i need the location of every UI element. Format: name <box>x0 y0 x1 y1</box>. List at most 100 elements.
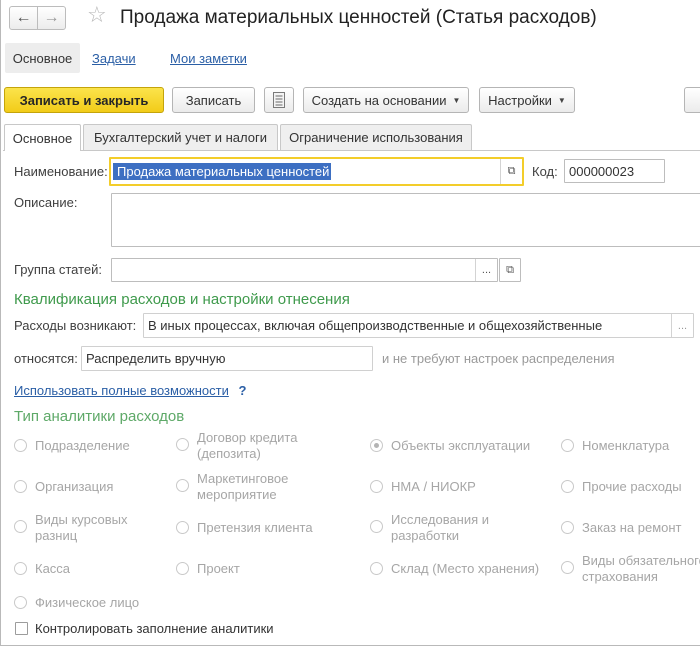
radio-label: Номенклатура <box>582 438 670 453</box>
radio-intangible-assets[interactable]: НМА / НИОКР <box>370 479 550 495</box>
nav-tab-tasks-label[interactable]: Задачи <box>92 51 136 66</box>
radio-insurance-types[interactable]: Виды обязательного страхования <box>561 553 700 585</box>
description-field[interactable] <box>111 193 700 247</box>
radio-other-expenses[interactable]: Прочие расходы <box>561 479 700 495</box>
radio-dot <box>561 480 574 493</box>
tab-main[interactable]: Основное <box>4 124 81 151</box>
radio-individual[interactable]: Физическое лицо <box>14 595 174 611</box>
radio-organization[interactable]: Организация <box>14 479 164 495</box>
radio-dot <box>176 521 189 534</box>
document-list-icon <box>273 92 285 108</box>
radio-dot <box>561 521 574 534</box>
report-button[interactable] <box>264 87 294 113</box>
radio-dot <box>176 479 189 492</box>
full-features-row: Использовать полные возможности ? <box>14 383 246 398</box>
radio-dot <box>176 438 189 451</box>
radio-warehouse[interactable]: Склад (Место хранения) <box>370 561 555 577</box>
insurance-label: Виды обязательного страхования <box>582 553 700 584</box>
create-based-on-label: Создать на основании <box>311 92 447 108</box>
more-actions-button[interactable] <box>684 87 700 113</box>
radio-marketing-event[interactable]: Маркетинговое мероприятие <box>176 471 326 503</box>
nav-tab-notes-label[interactable]: Мои заметки <box>170 51 247 66</box>
arrow-right-icon: → <box>43 9 60 26</box>
tab-accounting-taxes[interactable]: Бухгалтерский учет и налоги <box>83 124 278 150</box>
select-button[interactable]: ... <box>475 259 497 281</box>
radio-label: Исследования и разработки <box>391 512 490 543</box>
radio-label: Организация <box>35 479 114 494</box>
star-icon[interactable]: ☆ <box>87 4 107 26</box>
radio-label: Виды обязательного страхования <box>582 553 700 585</box>
radio-dot <box>370 480 383 493</box>
code-label: Код: <box>532 164 558 179</box>
radio-dot <box>14 520 27 533</box>
settings-button[interactable]: Настройки ▼ <box>479 87 575 113</box>
window-border-left <box>0 0 1 646</box>
open-form-icon[interactable]: ⧉ <box>499 258 521 282</box>
control-analytics-label: Контролировать заполнение аналитики <box>35 621 274 636</box>
radio-label: Договор кредита (депозита) <box>197 430 298 461</box>
create-based-on-button[interactable]: Создать на основании ▼ <box>303 87 469 113</box>
radio-credit-agreement[interactable]: Договор кредита (депозита) <box>176 430 326 462</box>
radio-label: Физическое лицо <box>35 595 140 610</box>
name-field[interactable]: Продажа материальных ценностей ⧉ <box>109 157 524 186</box>
expenses-arise-label: Расходы возникают: <box>14 318 137 333</box>
radio-label: Виды курсовых разниц <box>35 512 128 543</box>
caret-down-icon: ▼ <box>557 95 566 105</box>
radio-nomenclature[interactable]: Номенклатура <box>561 438 700 454</box>
radio-label: Проект <box>197 561 240 576</box>
relates-value: Распределить вручную <box>86 351 226 366</box>
select-button[interactable]: ... <box>671 314 693 337</box>
section-analytics-heading: Тип аналитики расходов <box>14 408 185 425</box>
expenses-arise-field[interactable]: В иных процессах, включая общепроизводст… <box>143 313 694 338</box>
name-label: Наименование: <box>14 164 108 179</box>
nav-tab-main[interactable]: Основное <box>5 43 80 73</box>
nav-tab-tasks[interactable]: Задачи <box>84 43 144 73</box>
relates-label: относятся: <box>14 351 78 366</box>
radio-dot <box>370 439 383 452</box>
group-field[interactable]: ... <box>111 258 498 282</box>
radio-label: Подразделение <box>35 438 130 453</box>
open-form-icon[interactable]: ⧉ <box>500 159 522 184</box>
radio-client-claim[interactable]: Претензия клиента <box>176 520 336 536</box>
radio-repair-order[interactable]: Заказ на ремонт <box>561 520 700 536</box>
code-field[interactable]: 000000023 <box>564 159 665 183</box>
radio-exchange-differences[interactable]: Виды курсовых разниц <box>14 512 144 544</box>
radio-dot <box>176 562 189 575</box>
full-features-link[interactable]: Использовать полные возможности <box>14 383 229 398</box>
arrow-left-icon: ← <box>15 9 32 26</box>
name-value: Продажа материальных ценностей <box>113 163 332 180</box>
radio-label: Претензия клиента <box>197 520 313 535</box>
relates-hint: и не требуют настроек распределения <box>382 351 615 366</box>
nav-tab-notes[interactable]: Мои заметки <box>162 43 255 73</box>
radio-label: Маркетинговое мероприятие <box>197 471 289 502</box>
nav-tab-main-label: Основное <box>12 50 73 66</box>
window-title: Продажа материальных ценностей (Статья р… <box>120 7 597 28</box>
radio-label: Заказ на ремонт <box>582 520 682 535</box>
relates-field[interactable]: Распределить вручную <box>81 346 373 371</box>
radio-subdivision[interactable]: Подразделение <box>14 438 164 454</box>
code-value: 000000023 <box>569 163 635 179</box>
caret-down-icon: ▼ <box>452 95 461 105</box>
radio-operation-objects[interactable]: Объекты эксплуатации <box>370 438 550 454</box>
group-label: Группа статей: <box>14 262 102 277</box>
back-button[interactable]: ← <box>9 6 38 30</box>
help-icon[interactable]: ? <box>238 383 246 398</box>
description-label: Описание: <box>14 195 78 210</box>
radio-label: Прочие расходы <box>582 479 682 494</box>
control-analytics-checkbox[interactable]: Контролировать заполнение аналитики <box>15 621 274 636</box>
radio-label: Объекты эксплуатации <box>391 438 531 453</box>
radio-project[interactable]: Проект <box>176 561 326 577</box>
radio-dot <box>14 596 27 609</box>
save-button[interactable]: Записать <box>172 87 255 113</box>
tab-usage-restriction[interactable]: Ограничение использования <box>280 124 472 150</box>
radio-dot <box>370 562 383 575</box>
radio-dot <box>14 480 27 493</box>
radio-dot <box>14 562 27 575</box>
forward-button[interactable]: → <box>37 6 66 30</box>
radio-dot <box>561 561 574 574</box>
radio-research-development[interactable]: Исследования и разработки <box>370 512 510 544</box>
save-and-close-button[interactable]: Записать и закрыть <box>4 87 164 113</box>
checkbox-box <box>15 622 28 635</box>
radio-dot <box>14 439 27 452</box>
radio-cash-desk[interactable]: Касса <box>14 561 164 577</box>
